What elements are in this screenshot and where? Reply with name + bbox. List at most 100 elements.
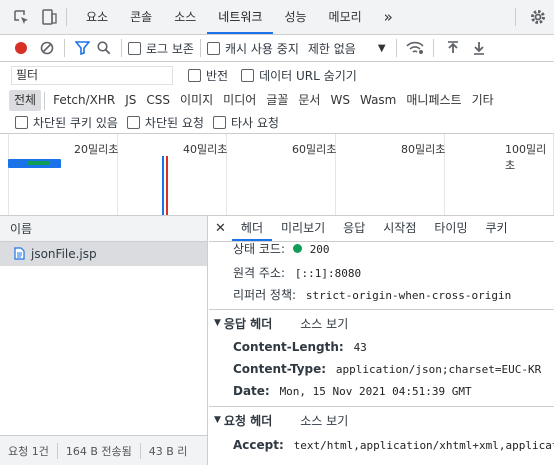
toolbar-separator bbox=[64, 39, 65, 57]
invert-checkbox[interactable]: 반전 bbox=[188, 67, 228, 84]
response-headers-section[interactable]: ▼ 응답 헤더 소스 보기 bbox=[209, 310, 554, 336]
header-key: 상태 코드: bbox=[233, 242, 286, 256]
toolbar-separator bbox=[432, 39, 434, 57]
type-filter-wasm[interactable]: Wasm bbox=[355, 90, 401, 111]
toolbar-separator bbox=[395, 39, 397, 57]
request-name: jsonFile.jsp bbox=[31, 246, 97, 261]
disable-cache-checkbox[interactable]: 캐시 사용 중지 bbox=[206, 40, 299, 57]
tab-sources[interactable]: 소스 bbox=[163, 0, 207, 34]
checkbox-box[interactable] bbox=[126, 116, 140, 129]
timeline-request-bar bbox=[8, 159, 61, 168]
triangle-down-icon: ▼ bbox=[214, 318, 221, 328]
request-row[interactable]: jsonFile.jsp bbox=[0, 242, 207, 266]
tab-elements[interactable]: 요소 bbox=[75, 0, 119, 34]
details-tab-headers[interactable]: 헤더 bbox=[231, 216, 272, 241]
preserve-log-checkbox[interactable]: 로그 보존 bbox=[128, 40, 194, 57]
type-filter-manifest[interactable]: 매니페스트 bbox=[401, 90, 466, 111]
header-value: 43 bbox=[353, 341, 367, 354]
header-key: Date: bbox=[233, 384, 270, 398]
request-list-header[interactable]: 이름 bbox=[0, 216, 207, 242]
tab-memory[interactable]: 메모리 bbox=[318, 0, 373, 34]
network-toolbar: 로그 보존 캐시 사용 중지 제한 없음 ▼ bbox=[0, 35, 554, 62]
load-event-line bbox=[166, 156, 168, 215]
timeline-request-download bbox=[28, 161, 50, 165]
type-filter-all[interactable]: 전체 bbox=[9, 90, 42, 111]
timeline-gridline bbox=[8, 134, 9, 215]
hide-data-urls-label: 데이터 URL 숨기기 bbox=[259, 69, 357, 83]
general-referrer-policy: 리퍼러 정책: strict-origin-when-cross-origin bbox=[233, 286, 511, 303]
search-icon[interactable] bbox=[93, 35, 115, 61]
preserve-log-label: 로그 보존 bbox=[146, 41, 194, 56]
type-filter-font[interactable]: 글꼴 bbox=[261, 90, 293, 111]
details-tab-initiator[interactable]: 시작점 bbox=[374, 216, 425, 241]
view-source-link[interactable]: 소스 보기 bbox=[300, 412, 348, 429]
type-filter-fetch-xhr[interactable]: Fetch/XHR bbox=[48, 90, 120, 111]
type-filter-img[interactable]: 이미지 bbox=[175, 90, 218, 111]
toolbar-separator bbox=[199, 39, 201, 57]
export-har-icon[interactable] bbox=[466, 35, 492, 61]
type-filter-ws[interactable]: WS bbox=[325, 90, 354, 111]
inspect-element-icon[interactable] bbox=[6, 0, 36, 34]
checkbox-box[interactable] bbox=[212, 116, 226, 129]
disable-cache-label: 캐시 사용 중지 bbox=[224, 41, 299, 56]
filter-icon[interactable] bbox=[71, 35, 93, 61]
hide-data-urls-checkbox[interactable]: 데이터 URL 숨기기 bbox=[241, 67, 357, 84]
checkbox-box[interactable] bbox=[188, 69, 201, 82]
type-filter-js[interactable]: JS bbox=[120, 90, 141, 111]
type-filter-media[interactable]: 미디어 bbox=[218, 90, 261, 111]
checkbox-box[interactable] bbox=[206, 41, 220, 55]
response-headers-title: 응답 헤더 bbox=[223, 316, 273, 331]
header-value: strict-origin-when-cross-origin bbox=[305, 289, 512, 302]
checkbox-box[interactable] bbox=[15, 116, 28, 129]
request-headers-section[interactable]: ▼ 요청 헤더 소스 보기 bbox=[209, 407, 554, 433]
type-filter-doc[interactable]: 문서 bbox=[293, 90, 325, 111]
header-key: Accept: bbox=[233, 438, 284, 452]
timeline-tick-label: 60밀리초 bbox=[292, 143, 337, 156]
tab-console[interactable]: 콘솔 bbox=[119, 0, 163, 34]
more-tabs-button[interactable]: » bbox=[373, 0, 404, 34]
details-tab-response[interactable]: 응답 bbox=[334, 216, 374, 241]
devtools-tabbar: 요소 콘솔 소스 네트워크 성능 메모리 » bbox=[0, 0, 554, 35]
response-header-row: Content-Length: 43 bbox=[233, 340, 367, 354]
import-har-icon[interactable] bbox=[440, 35, 466, 61]
chevron-down-icon[interactable]: ▼ bbox=[378, 43, 386, 54]
close-icon[interactable]: ✕ bbox=[209, 221, 232, 236]
toolbar-separator bbox=[121, 39, 122, 57]
header-key: Content-Type: bbox=[233, 362, 327, 376]
header-key: 원격 주소: bbox=[233, 266, 286, 280]
details-tab-cookies[interactable]: 쿠키 bbox=[477, 216, 517, 241]
throttling-select[interactable]: 제한 없음 bbox=[308, 40, 356, 57]
blocked-requests-checkbox[interactable]: 차단된 요청 bbox=[126, 114, 204, 131]
blocked-cookies-checkbox[interactable]: 차단된 쿠키 있음 bbox=[15, 114, 118, 131]
network-conditions-wifi-icon[interactable] bbox=[403, 35, 427, 61]
type-separator bbox=[44, 91, 46, 110]
tabbar-separator-right bbox=[515, 8, 516, 26]
header-key: 리퍼러 정책: bbox=[233, 288, 297, 302]
resource-type-filters: 전체 Fetch/XHR JS CSS 이미지 미디어 글꼴 문서 WS Was… bbox=[0, 88, 554, 113]
record-icon[interactable] bbox=[6, 35, 36, 61]
device-toolbar-icon[interactable] bbox=[36, 0, 62, 34]
timeline-tick-label: 100밀리초 bbox=[505, 143, 547, 172]
details-tabbar: ✕ 헤더 미리보기 응답 시작점 타이밍 쿠키 bbox=[209, 216, 554, 242]
tab-network[interactable]: 네트워크 bbox=[207, 0, 274, 34]
dom-content-loaded-line bbox=[162, 156, 164, 215]
checkbox-box[interactable] bbox=[128, 41, 141, 55]
tab-performance[interactable]: 성능 bbox=[273, 0, 317, 34]
clear-icon[interactable] bbox=[36, 35, 58, 61]
type-filter-css[interactable]: CSS bbox=[141, 90, 175, 111]
invert-label: 반전 bbox=[206, 69, 229, 83]
settings-gear-icon[interactable] bbox=[522, 0, 554, 34]
checkbox-box[interactable] bbox=[241, 69, 255, 82]
third-party-requests-checkbox[interactable]: 타사 요청 bbox=[212, 114, 279, 131]
resources-size: 43 B 리 bbox=[148, 444, 188, 458]
filter-row: 필터 반전 데이터 URL 숨기기 bbox=[0, 63, 554, 88]
overview-timeline[interactable]: 20밀리초 40밀리초 60밀리초 80밀리초 100밀리초 bbox=[0, 134, 554, 216]
filter-input[interactable]: 필터 bbox=[11, 66, 173, 85]
view-source-link[interactable]: 소스 보기 bbox=[300, 315, 348, 332]
details-tab-timing[interactable]: 타이밍 bbox=[425, 216, 476, 241]
header-value: Mon, 15 Nov 2021 04:51:39 GMT bbox=[279, 385, 472, 398]
details-tab-preview[interactable]: 미리보기 bbox=[272, 216, 334, 241]
transferred-size: 164 B 전송됨 bbox=[58, 442, 141, 459]
type-filter-other[interactable]: 기타 bbox=[467, 90, 499, 111]
header-value: text/html,application/xhtml+xml,applicat… bbox=[293, 439, 554, 452]
